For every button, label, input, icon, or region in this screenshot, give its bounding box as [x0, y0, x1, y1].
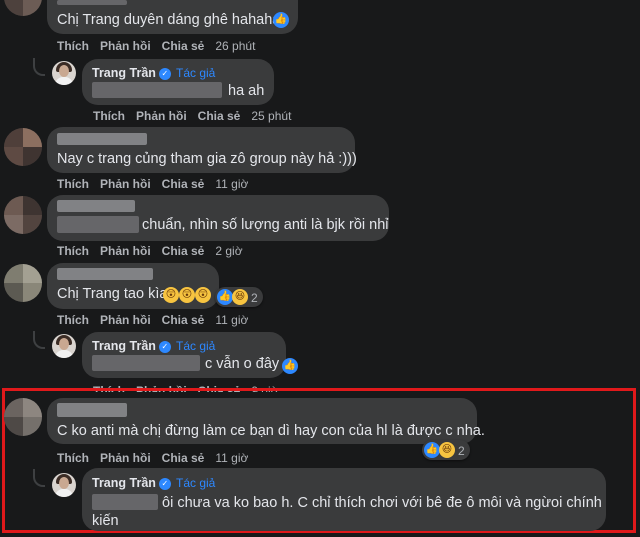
reply-author[interactable]: Trang Trần ✓ [92, 339, 171, 353]
redacted-name [57, 133, 147, 145]
redacted-text [92, 355, 200, 371]
like-button[interactable]: Thích [93, 109, 125, 123]
astonished-face-icon: 😲 [163, 287, 179, 303]
timestamp[interactable]: 26 phút [215, 39, 255, 53]
reply-connector [33, 331, 45, 349]
author-tag: Tác giả [176, 66, 216, 80]
like-reaction-icon[interactable]: 👍 [282, 358, 298, 374]
reply-actions: Thích Phản hồi Chia sẻ 25 phút [93, 109, 302, 123]
redacted-text [92, 82, 222, 98]
like-reaction-icon: 👍 [217, 289, 233, 305]
timestamp[interactable]: 25 phút [251, 109, 291, 123]
like-button[interactable]: Thích [57, 177, 89, 191]
author-avatar[interactable] [52, 334, 76, 358]
avatar[interactable] [4, 398, 42, 436]
reply-text: ha ah [228, 83, 265, 99]
reply-author[interactable]: Trang Trần ✓ [92, 476, 171, 490]
author-avatar[interactable] [52, 473, 76, 497]
comment-actions: Thích Phản hồi Chia sẻ 26 phút [57, 39, 266, 53]
like-button[interactable]: Thích [57, 39, 89, 53]
reply-button[interactable]: Phản hồi [136, 109, 187, 123]
timestamp[interactable]: 11 giờ [215, 177, 248, 191]
verified-icon: ✓ [158, 477, 171, 490]
reply-text-line2: kiến [92, 513, 119, 529]
verified-icon: ✓ [158, 67, 171, 80]
timestamp[interactable]: 11 giờ [215, 313, 248, 327]
reply-button[interactable]: Phản hồi [100, 451, 151, 465]
reply-button[interactable]: Phản hồi [100, 177, 151, 191]
reaction-count: 2 [251, 291, 258, 305]
share-button[interactable]: Chia sẻ [162, 244, 205, 258]
like-reaction-icon: 👍 [424, 442, 440, 458]
comment-text: chuẩn, nhìn số lượng anti là bjk rồi nhỉ [142, 217, 389, 233]
author-tag: Tác giả [176, 476, 216, 490]
avatar[interactable] [4, 128, 42, 166]
reply-text-line1: ôi chưa va ko bao h. C chỉ thích chơi vớ… [162, 495, 602, 511]
astonished-face-icon: 😲 [195, 287, 211, 303]
timestamp[interactable]: 11 giờ [215, 451, 248, 465]
avatar[interactable] [4, 0, 42, 16]
like-button[interactable]: Thích [57, 313, 89, 327]
redacted-name [57, 0, 127, 5]
like-reaction-icon[interactable]: 👍 [273, 12, 289, 28]
comment-actions: Thích Phản hồi Chia sẻ 11 giờ [57, 177, 259, 191]
share-button[interactable]: Chia sẻ [198, 109, 241, 123]
author-tag: Tác giả [176, 339, 216, 353]
author-avatar[interactable] [52, 61, 76, 85]
verified-icon: ✓ [158, 340, 171, 353]
avatar[interactable] [4, 196, 42, 234]
redacted-name [57, 200, 135, 212]
comment-actions: Thích Phản hồi Chia sẻ 2 giờ [57, 244, 254, 258]
laughing-reaction-icon: 😆 [232, 289, 248, 305]
comment-text: Chị Trang duyên dáng ghê hahaha [57, 12, 281, 28]
share-button[interactable]: Chia sẻ [162, 313, 205, 327]
like-button[interactable]: Thích [57, 451, 89, 465]
reply-button[interactable]: Phản hồi [100, 39, 151, 53]
avatar[interactable] [4, 264, 42, 302]
comment-actions: Thích Phản hồi Chia sẻ 11 giờ [57, 313, 259, 327]
reply-text: c vẫn o đây [205, 356, 280, 372]
reply-button[interactable]: Phản hồi [100, 313, 151, 327]
redacted-name [57, 268, 153, 280]
like-button[interactable]: Thích [57, 244, 89, 258]
timestamp[interactable]: 2 giờ [215, 244, 242, 258]
redacted-text [57, 216, 139, 233]
share-button[interactable]: Chia sẻ [162, 451, 205, 465]
share-button[interactable]: Chia sẻ [162, 39, 205, 53]
astonished-face-icon: 😲 [179, 287, 195, 303]
reply-connector [33, 58, 45, 76]
reaction-count: 2 [458, 444, 465, 458]
comment-text: C ko anti mà chị đừng làm ce bạn dì hay … [57, 423, 485, 439]
reply-button[interactable]: Phản hồi [100, 244, 151, 258]
comment-actions: Thích Phản hồi Chia sẻ 11 giờ [57, 451, 259, 465]
comment-text: Chị Trang tao kìa [57, 286, 168, 302]
share-button[interactable]: Chia sẻ [162, 177, 205, 191]
redacted-text [92, 494, 158, 510]
reply-author[interactable]: Trang Trần ✓ [92, 66, 171, 80]
comment-text: Nay c trang củng tham gia zô group này h… [57, 151, 357, 167]
laughing-reaction-icon: 😆 [439, 442, 455, 458]
redacted-name [57, 403, 127, 417]
